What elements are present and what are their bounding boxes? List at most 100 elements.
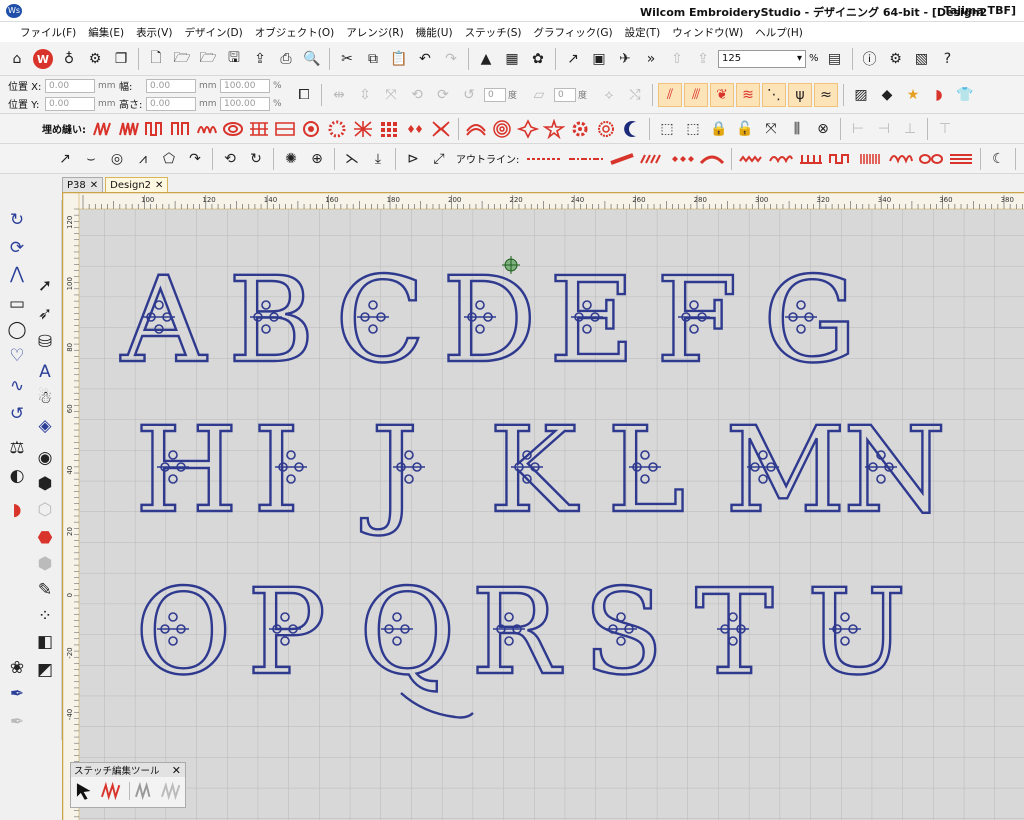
zigzag-outline-icon[interactable] (738, 149, 764, 169)
rectangle-icon[interactable]: ▭ (4, 290, 30, 318)
menu-edit[interactable]: 編集(E) (82, 25, 130, 40)
height-pct-input[interactable]: 100.00 (220, 96, 270, 111)
team-names-icon[interactable]: ☃ (32, 384, 58, 412)
reverse-icon[interactable]: ⟲ (218, 147, 242, 171)
embroidery-letter-l[interactable]: LL (606, 400, 687, 540)
satin-outline-icon[interactable] (609, 149, 635, 169)
outline-tool-icon[interactable]: ⤢ (427, 147, 451, 171)
target-icon[interactable]: ⊕ (305, 147, 329, 171)
embroidery-letter-h[interactable]: HH (134, 400, 239, 540)
closed-curve-icon[interactable]: ⟳ (4, 234, 30, 262)
edit-stitch-icon[interactable] (100, 781, 125, 801)
pan-icon[interactable]: ⇪ (691, 47, 715, 71)
lock-proportions-icon[interactable]: ⧠ (292, 83, 316, 107)
select-stitch-icon[interactable] (75, 781, 96, 801)
menu-object[interactable]: オブジェクト(O) (249, 25, 340, 40)
layers-icon[interactable]: ❐ (109, 47, 133, 71)
print-preview-icon[interactable]: 🔍 (300, 47, 324, 71)
rotate-angle-icon[interactable]: ↺ (457, 83, 481, 107)
contour-fill-icon[interactable] (465, 119, 487, 139)
diamond-outline-icon[interactable] (669, 149, 695, 169)
radial-fill-icon[interactable] (326, 119, 348, 139)
zoom-combobox[interactable]: 125 ▾ (718, 49, 806, 68)
redo-icon[interactable]: ↷ (439, 47, 463, 71)
embroidery-letter-e[interactable]: EE (548, 250, 637, 390)
star-icon[interactable]: ★ (901, 83, 925, 107)
spiral-fill-icon[interactable] (491, 119, 513, 139)
pos-x-input[interactable]: 0.00 (45, 78, 95, 93)
reshape-node-icon[interactable]: ↻ (4, 206, 30, 234)
wave-outline-icon[interactable] (768, 149, 794, 169)
color-mix-icon[interactable]: ❀ (4, 654, 30, 682)
mirror-copy-icon[interactable]: ⤧ (379, 83, 403, 107)
wilcom-logo-icon[interactable]: W (31, 47, 55, 71)
slow-redraw-icon[interactable]: ✈ (613, 47, 637, 71)
satin-effect-icon[interactable]: ⫽ (658, 82, 682, 107)
triple-outline-icon[interactable] (948, 149, 974, 169)
chain-outline-icon[interactable] (918, 149, 944, 169)
bullseye-icon[interactable]: ◉ (32, 444, 58, 472)
hexagon-fill-icon[interactable]: ⬣ (32, 524, 58, 552)
height-input[interactable]: 0.00 (146, 96, 196, 111)
menu-window[interactable]: ウィンドウ(W) (666, 25, 749, 40)
rotate-angle-input[interactable]: 0 (484, 87, 506, 102)
fish-icon[interactable]: ≈ (814, 82, 838, 107)
curve-line-icon[interactable]: ⌣ (79, 147, 103, 171)
dash-dot-outline-icon[interactable] (567, 149, 605, 169)
node-icon[interactable]: ⋋ (340, 147, 364, 171)
rotate-right-icon[interactable]: ⟳ (431, 83, 455, 107)
undo-icon[interactable]: ↶ (413, 47, 437, 71)
close-icon[interactable]: ✕ (172, 764, 185, 777)
freehand-icon[interactable]: ∿ (4, 372, 30, 400)
tab-p38[interactable]: P38 ✕ (62, 177, 104, 192)
blackwork-fill-icon[interactable] (274, 119, 296, 139)
embroidery-letter-n[interactable]: NN (842, 400, 948, 540)
menu-settings[interactable]: 設定(T) (619, 25, 667, 40)
menu-design[interactable]: デザイン(D) (178, 25, 248, 40)
embroidery-letter-j[interactable]: JJ (360, 400, 425, 540)
leaf-effect-icon[interactable]: ❦ (710, 82, 734, 107)
shape-library-icon[interactable]: ♡ (4, 342, 30, 370)
embroidery-letter-f[interactable]: FF (655, 250, 739, 390)
close-icon[interactable]: ✕ (90, 180, 98, 191)
satin-fill-icon[interactable] (92, 119, 114, 139)
close-icon[interactable]: ✕ (155, 180, 163, 191)
cross-fill-icon[interactable] (248, 119, 270, 139)
polygon-select-icon[interactable]: ➶ (32, 300, 58, 328)
barcode-outline-icon[interactable] (858, 149, 884, 169)
reshape-icon[interactable]: ⟡ (597, 83, 621, 107)
transform-icon[interactable]: ⤭ (623, 83, 647, 107)
pan-up-icon[interactable]: ⇧ (665, 47, 689, 71)
embroidery-letter-d[interactable]: DD (441, 250, 538, 390)
dashed-outline-icon[interactable] (525, 149, 563, 169)
motif-fill-icon[interactable] (222, 119, 244, 139)
shapes-icon[interactable]: ◆ (875, 83, 899, 107)
new-file-icon[interactable]: 🗋 (144, 47, 168, 71)
cross-stitch-icon[interactable] (430, 119, 452, 139)
dots-fill-icon[interactable] (378, 119, 400, 139)
group-icon[interactable]: ⬚ (655, 117, 679, 141)
blanket-outline-icon[interactable] (798, 149, 824, 169)
open-folder-icon[interactable]: 🗁 (170, 47, 194, 71)
machine-icon[interactable]: ⚙ (884, 47, 908, 71)
feather-outline-icon[interactable] (699, 149, 725, 169)
loop-outline-icon[interactable] (888, 149, 914, 169)
gear-fill-icon[interactable] (569, 119, 591, 139)
embroidery-letter-o[interactable]: OO (134, 562, 233, 702)
pattern-fill-icon[interactable] (144, 119, 166, 139)
embroidery-letter-c[interactable]: CC (334, 250, 427, 390)
hoop-settings-icon[interactable]: ⚙ (83, 47, 107, 71)
branch-icon[interactable]: ⫼ (785, 117, 809, 141)
embroidery-letter-i[interactable]: II (252, 400, 307, 540)
mirror-vertical-icon[interactable]: ⇳ (353, 83, 377, 107)
info-icon[interactable]: ⓘ (858, 47, 882, 71)
menu-arrange[interactable]: アレンジ(R) (340, 25, 410, 40)
menu-help[interactable]: ヘルプ(H) (749, 25, 809, 40)
cut-icon[interactable]: ✂ (335, 47, 359, 71)
paste-icon[interactable]: 📋 (387, 47, 411, 71)
picture-icon[interactable]: ▨ (849, 83, 873, 107)
overview-icon[interactable]: ▤ (823, 47, 847, 71)
travel-icon[interactable]: ↗ (561, 47, 585, 71)
menu-stitch[interactable]: ステッチ(S) (459, 25, 528, 40)
break-apart-icon[interactable]: ⤧ (759, 117, 783, 141)
